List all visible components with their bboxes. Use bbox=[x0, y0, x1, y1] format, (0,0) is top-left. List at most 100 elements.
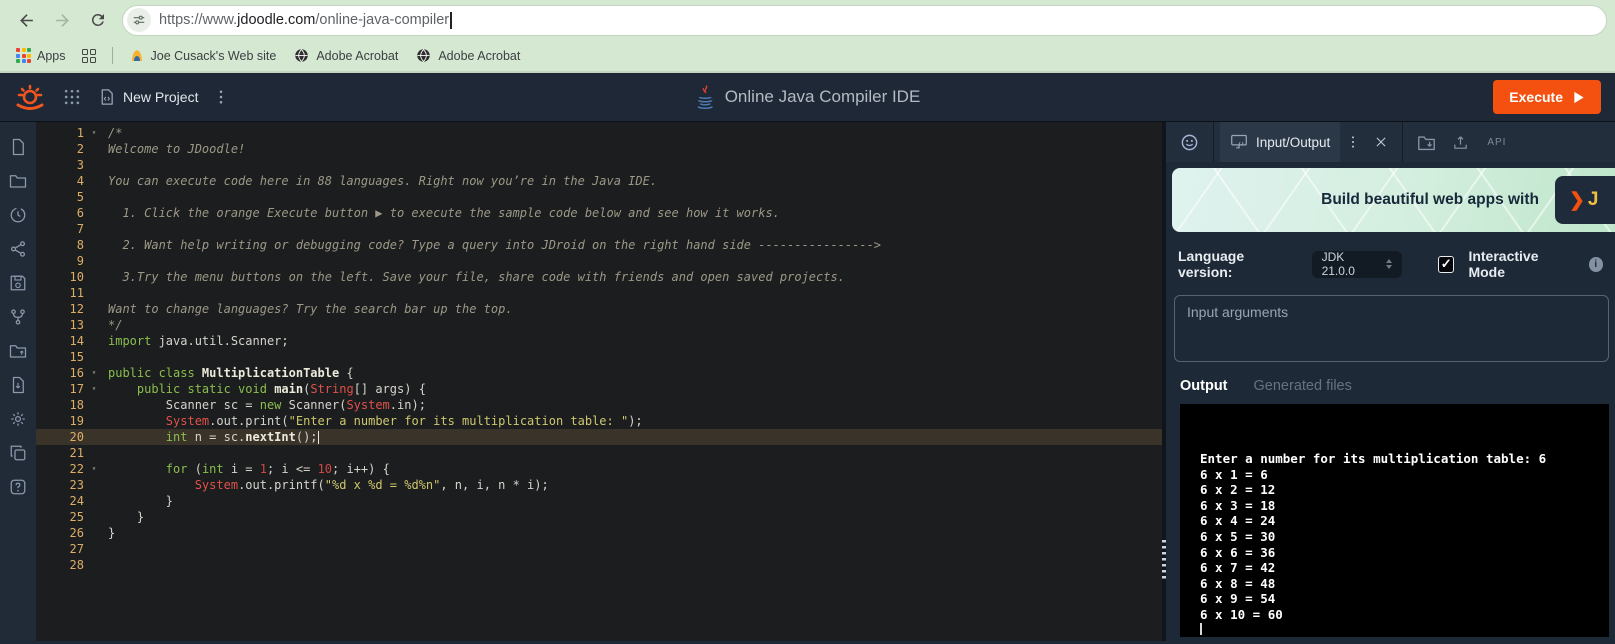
fold-arrow-icon[interactable]: ▾ bbox=[88, 381, 100, 397]
code-line[interactable]: 12 Want to change languages? Try the sear… bbox=[36, 301, 1162, 317]
fold-arrow-icon[interactable] bbox=[88, 173, 100, 189]
code-line[interactable]: 10 3.Try the menu buttons on the left. S… bbox=[36, 269, 1162, 285]
fold-arrow-icon[interactable] bbox=[88, 141, 100, 157]
fold-arrow-icon[interactable]: ▾ bbox=[88, 365, 100, 381]
sidebar-button-history-icon[interactable] bbox=[0, 198, 36, 232]
jdroid-button[interactable] bbox=[1172, 122, 1207, 162]
open-files-button[interactable] bbox=[1409, 122, 1444, 162]
code-line[interactable]: 19 System.out.print("Enter a number for … bbox=[36, 413, 1162, 429]
code-editor[interactable]: 1 ▾ /* 2 Welcome to JDoodle! 3 4 You can execu… bbox=[36, 122, 1166, 641]
fold-arrow-icon[interactable] bbox=[88, 429, 100, 445]
fold-arrow-icon[interactable] bbox=[88, 285, 100, 301]
code-line[interactable]: 28 bbox=[36, 557, 1162, 573]
fold-arrow-icon[interactable] bbox=[88, 397, 100, 413]
io-tab-close-button[interactable] bbox=[1366, 122, 1396, 162]
code-line[interactable]: 16 ▾ public class MultiplicationTable { bbox=[36, 365, 1162, 381]
output-terminal[interactable]: Enter a number for its multiplication ta… bbox=[1180, 404, 1609, 637]
promo-banner-logo[interactable]: ❯ J bbox=[1555, 176, 1615, 224]
fold-arrow-icon[interactable] bbox=[88, 541, 100, 557]
code-line[interactable]: 8 2. Want help writing or debugging code… bbox=[36, 237, 1162, 253]
code-line[interactable]: 5 bbox=[36, 189, 1162, 205]
sidebar-button-settings-gear-icon[interactable] bbox=[0, 402, 36, 436]
api-button[interactable]: API bbox=[1477, 137, 1516, 148]
upload-button[interactable] bbox=[1444, 122, 1477, 162]
code-line[interactable]: 3 bbox=[36, 157, 1162, 173]
tab-output[interactable]: Output bbox=[1180, 378, 1228, 394]
code-line[interactable]: 17 ▾ public static void main(String[] arg… bbox=[36, 381, 1162, 397]
fold-arrow-icon[interactable] bbox=[88, 253, 100, 269]
apps-shortcut[interactable]: Apps bbox=[10, 45, 72, 66]
code-line[interactable]: 2 Welcome to JDoodle! bbox=[36, 141, 1162, 157]
fold-arrow-icon[interactable] bbox=[88, 557, 100, 573]
fold-arrow-icon[interactable] bbox=[88, 205, 100, 221]
code-line[interactable]: 18 Scanner sc = new Scanner(System.in); bbox=[36, 397, 1162, 413]
tab-input-output[interactable]: Input/Output bbox=[1220, 122, 1341, 162]
fold-arrow-icon[interactable] bbox=[88, 301, 100, 317]
sidebar-button-help-icon[interactable] bbox=[0, 470, 36, 504]
refresh-button[interactable] bbox=[84, 6, 112, 34]
code-line[interactable]: 4 You can execute code here in 88 languag… bbox=[36, 173, 1162, 189]
execute-button[interactable]: Execute bbox=[1493, 80, 1601, 114]
fold-arrow-icon[interactable] bbox=[88, 317, 100, 333]
code-line[interactable]: 27 bbox=[36, 541, 1162, 557]
code-line[interactable]: 22 ▾ for (int i = 1; i <= 10; i++) { bbox=[36, 461, 1162, 477]
code-line[interactable]: 1 ▾ /* bbox=[36, 125, 1162, 141]
fold-arrow-icon[interactable] bbox=[88, 333, 100, 349]
interactive-mode-checkbox[interactable]: ✓ bbox=[1438, 255, 1455, 273]
sidebar-button-share-icon[interactable] bbox=[0, 232, 36, 266]
fold-arrow-icon[interactable] bbox=[88, 349, 100, 365]
code-line[interactable]: 14 import java.util.Scanner; bbox=[36, 333, 1162, 349]
code-line[interactable]: 23 System.out.printf("%d x %d = %d%n", n… bbox=[36, 477, 1162, 493]
code-line[interactable]: 21 bbox=[36, 445, 1162, 461]
fold-arrow-icon[interactable] bbox=[88, 221, 100, 237]
apps-grid-icon[interactable] bbox=[62, 87, 82, 107]
sidebar-button-file-download-icon[interactable] bbox=[0, 368, 36, 402]
site-settings-badge[interactable] bbox=[127, 8, 151, 32]
fold-arrow-icon[interactable] bbox=[88, 493, 100, 509]
fold-arrow-icon[interactable] bbox=[88, 157, 100, 173]
promo-banner[interactable]: Build beautiful web apps with ❯ J bbox=[1172, 168, 1615, 232]
project-selector[interactable]: New Project bbox=[98, 88, 198, 106]
fold-arrow-icon[interactable] bbox=[88, 237, 100, 253]
code-line[interactable]: 20 int n = sc.nextInt(); bbox=[36, 429, 1162, 445]
code-line[interactable]: 26} bbox=[36, 525, 1162, 541]
fold-arrow-icon[interactable] bbox=[88, 269, 100, 285]
bookmark-item[interactable]: Joe Cusack's Web site bbox=[123, 45, 283, 67]
io-tab-menu-button[interactable] bbox=[1340, 122, 1366, 162]
code-line[interactable]: 11 bbox=[36, 285, 1162, 301]
code-line[interactable]: 9 bbox=[36, 253, 1162, 269]
back-button[interactable] bbox=[12, 6, 40, 34]
jdoodle-logo[interactable] bbox=[14, 81, 46, 113]
bookmark-item[interactable]: Adobe Acrobat bbox=[288, 45, 404, 67]
fold-arrow-icon[interactable] bbox=[88, 189, 100, 205]
input-arguments-field[interactable] bbox=[1174, 295, 1609, 362]
fold-arrow-icon[interactable] bbox=[88, 509, 100, 525]
grid-shortcut-button[interactable] bbox=[76, 46, 102, 66]
project-menu-icon[interactable] bbox=[214, 88, 228, 106]
code-line[interactable]: 25 } bbox=[36, 509, 1162, 525]
code-line[interactable]: 13 */ bbox=[36, 317, 1162, 333]
fold-arrow-icon[interactable] bbox=[88, 413, 100, 429]
fold-arrow-icon[interactable]: ▾ bbox=[88, 125, 100, 141]
code-line[interactable]: 15 bbox=[36, 349, 1162, 365]
sidebar-button-copy-icon[interactable] bbox=[0, 436, 36, 470]
fold-arrow-icon[interactable] bbox=[88, 525, 100, 541]
tab-generated-files[interactable]: Generated files bbox=[1254, 378, 1352, 394]
fold-arrow-icon[interactable]: ▾ bbox=[88, 461, 100, 477]
sidebar-button-save-icon[interactable] bbox=[0, 266, 36, 300]
sidebar-button-folder-upload-icon[interactable] bbox=[0, 334, 36, 368]
language-version-select[interactable]: JDK 21.0.0 bbox=[1311, 250, 1403, 278]
sidebar-button-fork-icon[interactable] bbox=[0, 300, 36, 334]
code-line[interactable]: 7 bbox=[36, 221, 1162, 237]
panel-resize-handle[interactable] bbox=[1162, 540, 1166, 580]
sidebar-button-folder-icon[interactable] bbox=[0, 164, 36, 198]
address-bar[interactable]: https://www.jdoodle.com/online-java-comp… bbox=[122, 4, 1607, 36]
fold-arrow-icon[interactable] bbox=[88, 477, 100, 493]
forward-button[interactable] bbox=[48, 6, 76, 34]
info-icon[interactable]: i bbox=[1588, 256, 1603, 272]
bookmark-item[interactable]: Adobe Acrobat bbox=[410, 45, 526, 67]
fold-arrow-icon[interactable] bbox=[88, 445, 100, 461]
sidebar-button-file-icon[interactable] bbox=[0, 130, 36, 164]
code-line[interactable]: 24 } bbox=[36, 493, 1162, 509]
code-line[interactable]: 6 1. Click the orange Execute button ▶ t… bbox=[36, 205, 1162, 221]
